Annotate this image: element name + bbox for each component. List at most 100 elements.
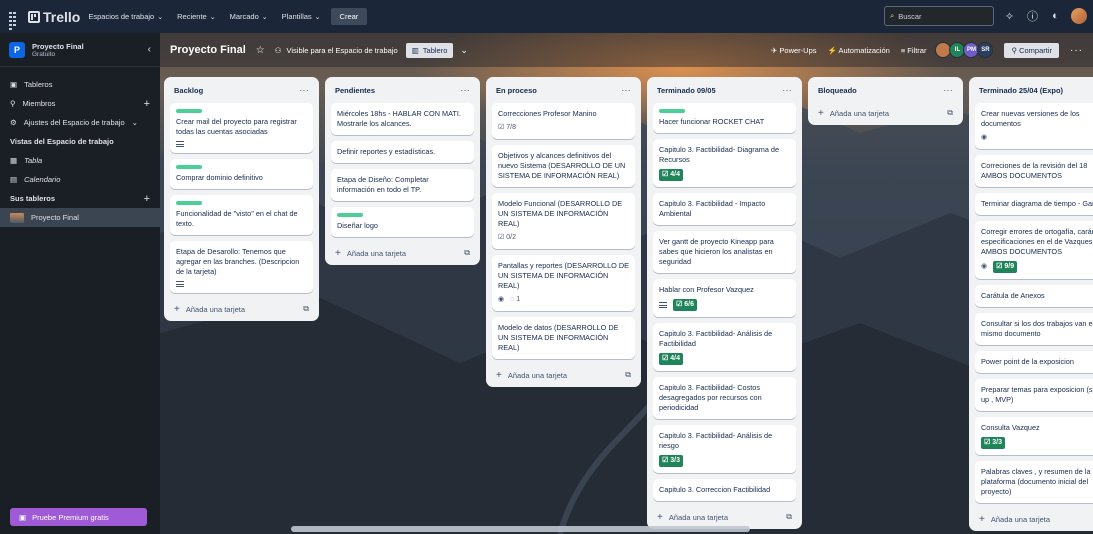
add-card-button[interactable]: +Añada una tarjeta⧉: [170, 299, 313, 315]
card[interactable]: Correciones de la revisión del 18 AMBOS …: [975, 155, 1093, 187]
list-menu-icon[interactable]: ···: [622, 86, 632, 95]
card[interactable]: Terminar diagrama de tiempo - Gantt: [975, 193, 1093, 215]
card[interactable]: Etapa de Diseño: Completar información e…: [331, 169, 474, 201]
member-avatar[interactable]: SR: [977, 42, 994, 58]
board-view-button[interactable]: ▥ Tablero: [405, 42, 454, 58]
list-title[interactable]: Bloqueado: [818, 86, 857, 95]
collapse-sidebar-icon[interactable]: ‹: [148, 44, 151, 55]
help-icon[interactable]: ⓘ: [1025, 9, 1040, 24]
list-title[interactable]: Pendientes: [335, 86, 375, 95]
list-column[interactable]: Bloqueado ··· + Añada una tarjeta ⧉: [808, 77, 963, 125]
list-header[interactable]: Backlog ···: [170, 83, 313, 98]
card-template-icon[interactable]: ⧉: [625, 370, 631, 380]
card[interactable]: Capitulo 3. Factibilidad- Análisis de Fa…: [653, 323, 796, 371]
card[interactable]: Modelo Funcional (DESARROLLO DE UN SISTE…: [492, 193, 635, 249]
powerups-button[interactable]: ✈ Power-Ups: [771, 46, 816, 55]
menu-workspaces[interactable]: Espacios de trabajo ⌄: [88, 12, 163, 21]
card-template-icon[interactable]: ⧉: [786, 512, 792, 522]
card[interactable]: Capitulo 3. Correccion Factibilidad: [653, 479, 796, 501]
card[interactable]: Etapa de Desarollo: Tenemos que agregar …: [170, 241, 313, 293]
share-button[interactable]: ⚲ Compartir: [1004, 42, 1059, 58]
list-menu-icon[interactable]: ···: [944, 86, 954, 95]
list-column[interactable]: Pendientes ··· Miércoles 18hs - HABLAR CON…: [325, 77, 480, 265]
menu-templates[interactable]: Plantillas ⌄: [282, 12, 321, 21]
card[interactable]: Carátula de Anexos: [975, 285, 1093, 307]
card-template-icon[interactable]: ⧉: [303, 304, 309, 314]
premium-trial-button[interactable]: ▣ Pruebe Premium gratis: [10, 508, 147, 526]
card[interactable]: Miércoles 18hs - HABLAR CON MATI. Mostra…: [331, 103, 474, 135]
card[interactable]: Ver gantt de proyecto Kineapp para sabes…: [653, 231, 796, 273]
card[interactable]: Crear nuevas versiones de los documentos…: [975, 103, 1093, 149]
card[interactable]: Capitulo 3. Factibilidad- Diagrama de Re…: [653, 139, 796, 187]
sidebar-item-members[interactable]: ⚲ Miembros +: [0, 94, 160, 113]
notifications-icon[interactable]: ✧: [1002, 9, 1017, 24]
add-card-button[interactable]: +Añada una tarjeta⧉: [331, 243, 474, 259]
list-title[interactable]: Backlog: [174, 86, 203, 95]
card[interactable]: Crear mail del proyecto para registrar t…: [170, 103, 313, 153]
filter-button[interactable]: ≡ Filtrar: [901, 46, 927, 55]
list-header[interactable]: En proceso ···: [492, 83, 635, 98]
board-title[interactable]: Proyecto Final: [170, 44, 246, 56]
user-avatar[interactable]: [1071, 8, 1087, 24]
card[interactable]: Funcionalidad de "visto" en el chat de t…: [170, 195, 313, 235]
add-board-icon[interactable]: +: [144, 193, 150, 205]
card[interactable]: Objetivos y alcances definitivos del nue…: [492, 145, 635, 187]
app-switcher-icon[interactable]: [6, 9, 22, 30]
list-header[interactable]: Bloqueado ···: [814, 83, 957, 98]
add-member-icon[interactable]: +: [144, 98, 150, 110]
card[interactable]: Hablar con Profesor Vazquez ☑ 6/6: [653, 279, 796, 317]
card[interactable]: Corregir errores de ortogafía, carártula…: [975, 221, 1093, 279]
card[interactable]: Consultar si los dos trabajos van en el …: [975, 313, 1093, 345]
card[interactable]: Comprar dominio definitivo: [170, 159, 313, 189]
theme-icon[interactable]: ◐: [1048, 9, 1063, 24]
card[interactable]: Diseñar logo: [331, 207, 474, 237]
horizontal-scrollbar[interactable]: [291, 526, 1093, 532]
card[interactable]: Modelo de datos (DESARROLLO DE UN SISTEM…: [492, 317, 635, 359]
list-header[interactable]: Pendientes ···: [331, 83, 474, 98]
list-header[interactable]: Terminado 25/04 (Expo)···: [975, 83, 1093, 98]
card[interactable]: Pantallas y reportes (DESARROLLO DE UN S…: [492, 255, 635, 311]
list-column[interactable]: Backlog ··· Crear mail del proyecto para r…: [164, 77, 319, 321]
search-input[interactable]: ⌕ Buscar: [884, 6, 994, 26]
sidebar-item-settings[interactable]: ⚙ Ajustes del Espacio de trabajo ⌄: [0, 113, 160, 132]
star-icon[interactable]: ☆: [256, 45, 265, 56]
views-dropdown-icon[interactable]: ⌄: [460, 45, 468, 56]
sidebar-item-table[interactable]: ▦ Tabla: [0, 151, 160, 170]
sidebar-board-proyecto-final[interactable]: Proyecto Final: [0, 208, 160, 227]
list-menu-icon[interactable]: ···: [783, 86, 793, 95]
list-column[interactable]: Terminado 25/04 (Expo)··· Crear nuevas ve…: [969, 77, 1093, 531]
list-header[interactable]: Terminado 09/05 ···: [653, 83, 796, 98]
create-button[interactable]: Crear: [330, 8, 368, 25]
card[interactable]: Preparar temas para exposicion (start-up…: [975, 379, 1093, 411]
scrollbar-thumb[interactable]: [291, 526, 750, 532]
visibility-button[interactable]: ⚇ Visible para el Espacio de trabajo: [275, 46, 398, 55]
card[interactable]: Consulta Vazquez ☑ 3/3: [975, 417, 1093, 455]
add-card-button[interactable]: +Añada una tarjeta⧉: [814, 103, 957, 119]
card[interactable]: Correcciones Profesor Manino ☑ 7/8: [492, 103, 635, 139]
card[interactable]: Definir reportes y estadísticas.: [331, 141, 474, 163]
menu-starred[interactable]: Marcado ⌄: [230, 12, 268, 21]
sidebar-item-calendar[interactable]: ▤ Calendario: [0, 170, 160, 189]
add-card-button[interactable]: +Añada una tarjeta⧉: [975, 509, 1093, 525]
add-card-button[interactable]: +Añada una tarjeta⧉: [492, 365, 635, 381]
card[interactable]: Capitulo 3. Factibilidad- Costos desagre…: [653, 377, 796, 419]
sidebar-item-boards[interactable]: ▣ Tableros: [0, 75, 160, 94]
list-column[interactable]: Terminado 09/05 ··· Hacer funcionar ROCKET…: [647, 77, 802, 529]
list-column[interactable]: En proceso ··· Correcciones Profesor Manin…: [486, 77, 641, 387]
automation-button[interactable]: ⚡ Automatización: [828, 46, 890, 55]
card-template-icon[interactable]: ⧉: [947, 108, 953, 118]
board-menu-icon[interactable]: ···: [1070, 45, 1083, 56]
list-title[interactable]: Terminado 25/04 (Expo): [979, 86, 1063, 95]
card[interactable]: Capitulo 3. Factibilidad - Impacto Ambie…: [653, 193, 796, 225]
add-card-button[interactable]: +Añada una tarjeta⧉: [653, 507, 796, 523]
trello-logo[interactable]: Trello: [28, 9, 80, 25]
card[interactable]: Capitulo 3. Factibilidad- Análisis de ri…: [653, 425, 796, 473]
list-menu-icon[interactable]: ···: [461, 86, 471, 95]
list-title[interactable]: En proceso: [496, 86, 537, 95]
list-title[interactable]: Terminado 09/05: [657, 86, 716, 95]
menu-recent[interactable]: Reciente ⌄: [177, 12, 215, 21]
card[interactable]: Hacer funcionar ROCKET CHAT: [653, 103, 796, 133]
card[interactable]: Power point de la exposicion: [975, 351, 1093, 373]
list-menu-icon[interactable]: ···: [300, 86, 310, 95]
card[interactable]: Palabras claves , y resumen de la plataf…: [975, 461, 1093, 503]
